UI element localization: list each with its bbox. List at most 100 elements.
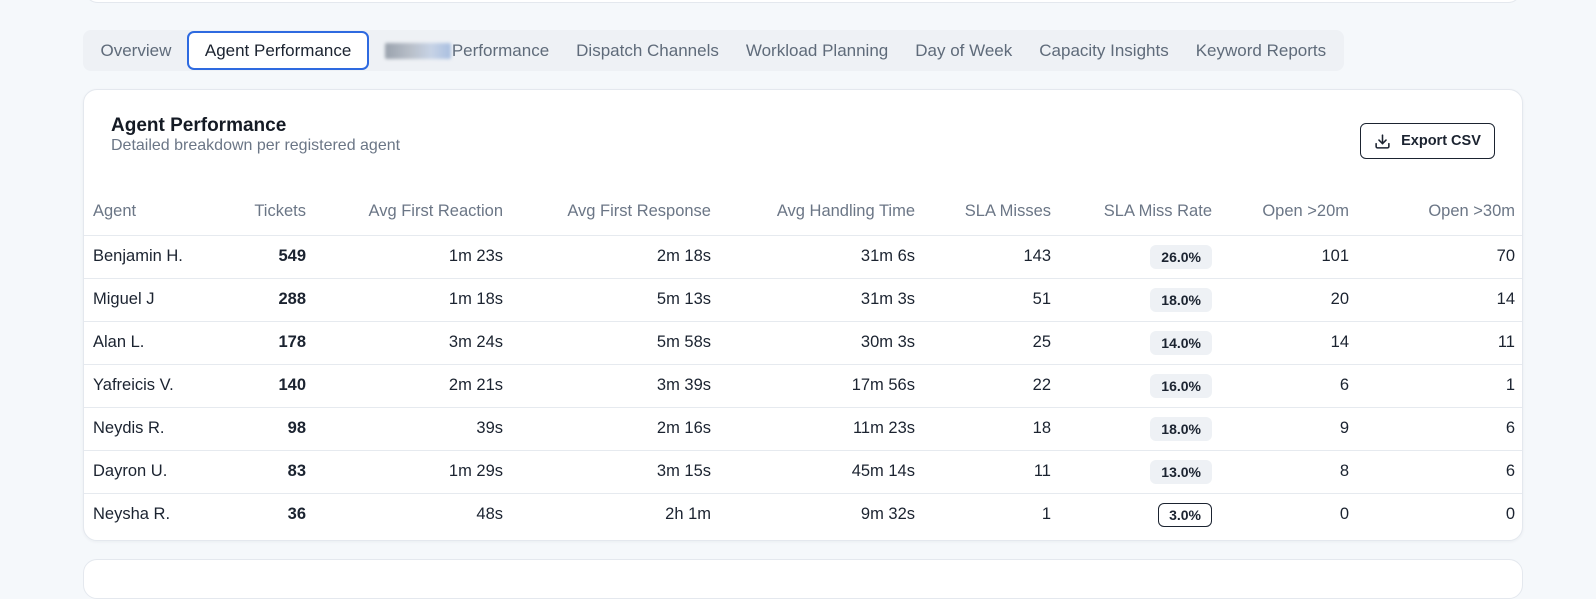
avg-handling-time: 30m 3s (711, 320, 915, 364)
tab-workload-planning[interactable]: Workload Planning (732, 32, 901, 69)
table-row: Dayron U. 83 1m 29s 3m 15s 45m 14s 11 13… (84, 449, 1522, 493)
table-row: Yafreicis V. 140 2m 21s 3m 39s 17m 56s 2… (84, 363, 1522, 407)
sla-misses: 1 (915, 492, 1051, 536)
table-header-row: Agent Tickets Avg First Reaction Avg Fir… (84, 189, 1522, 235)
card-subtitle: Detailed breakdown per registered agent (111, 137, 401, 154)
open-over-30m: 1 (1349, 363, 1522, 407)
sla-misses: 143 (915, 234, 1051, 278)
agent-name: Miguel J (84, 277, 199, 321)
next-card (83, 559, 1523, 599)
avg-first-reaction: 1m 18s (306, 277, 503, 321)
sla-miss-rate-badge: 16.0% (1150, 373, 1212, 398)
column-header-avg-handling-time[interactable]: Avg Handling Time (711, 189, 915, 235)
sla-miss-rate-badge: 26.0% (1150, 244, 1212, 269)
tab-obscured-performance[interactable]: Performance (371, 32, 562, 69)
column-header-open-20m[interactable]: Open >20m (1212, 189, 1349, 235)
sla-miss-rate-badge: 14.0% (1150, 330, 1212, 355)
avg-first-reaction: 48s (306, 492, 503, 536)
tab-overview[interactable]: Overview (87, 32, 185, 69)
avg-first-reaction: 39s (306, 406, 503, 450)
table-row: Neydis R. 98 39s 2m 16s 11m 23s 18 18.0%… (84, 406, 1522, 450)
open-over-30m: 0 (1349, 492, 1522, 536)
table-row: Miguel J 288 1m 18s 5m 13s 31m 3s 51 18.… (84, 277, 1522, 321)
sla-misses: 11 (915, 449, 1051, 493)
tab-day-of-week[interactable]: Day of Week (902, 32, 1026, 69)
open-over-30m: 6 (1349, 406, 1522, 450)
sla-miss-rate-badge: 13.0% (1150, 459, 1212, 484)
avg-handling-time: 17m 56s (711, 363, 915, 407)
sla-miss-rate-cell: 14.0% (1051, 320, 1212, 364)
column-header-tickets[interactable]: Tickets (199, 189, 306, 235)
open-over-20m: 6 (1212, 363, 1349, 407)
avg-first-response: 5m 58s (503, 320, 711, 364)
redacted-label-prefix (384, 42, 451, 59)
tab-dispatch-channels[interactable]: Dispatch Channels (563, 32, 733, 69)
avg-first-response: 5m 13s (503, 277, 711, 321)
sla-miss-rate-badge-highlighted: 3.0% (1158, 502, 1212, 527)
previous-card (84, 0, 1522, 3)
open-over-30m: 14 (1349, 277, 1522, 321)
tab-keyword-reports[interactable]: Keyword Reports (1182, 32, 1339, 69)
agent-name: Neydis R. (84, 406, 199, 450)
tab-agent-performance[interactable]: Agent Performance (186, 31, 370, 70)
export-csv-button[interactable]: Export CSV (1360, 123, 1495, 159)
tickets-count: 549 (199, 234, 306, 278)
avg-handling-time: 9m 32s (711, 492, 915, 536)
avg-handling-time: 31m 6s (711, 234, 915, 278)
table-row: Alan L. 178 3m 24s 5m 58s 30m 3s 25 14.0… (84, 320, 1522, 364)
sla-miss-rate-cell: 18.0% (1051, 277, 1212, 321)
column-header-avg-first-response[interactable]: Avg First Response (503, 189, 711, 235)
avg-first-reaction: 2m 21s (306, 363, 503, 407)
avg-first-response: 3m 15s (503, 449, 711, 493)
tickets-count: 140 (199, 363, 306, 407)
open-over-30m: 11 (1349, 320, 1522, 364)
sla-misses: 18 (915, 406, 1051, 450)
agent-name: Neysha R. (84, 492, 199, 536)
sla-miss-rate-cell: 3.0% (1051, 492, 1212, 536)
tickets-count: 36 (199, 492, 306, 536)
sla-miss-rate-cell: 18.0% (1051, 406, 1212, 450)
column-header-sla-miss-rate[interactable]: SLA Miss Rate (1051, 189, 1212, 235)
agent-performance-card: Agent Performance Detailed breakdown per… (83, 89, 1523, 541)
column-header-avg-first-reaction[interactable]: Avg First Reaction (306, 189, 504, 235)
avg-first-reaction: 1m 29s (306, 449, 503, 493)
open-over-20m: 9 (1212, 406, 1349, 450)
tickets-count: 98 (199, 406, 306, 450)
tab-capacity-insights[interactable]: Capacity Insights (1026, 32, 1182, 69)
sla-misses: 22 (915, 363, 1051, 407)
open-over-30m: 70 (1349, 234, 1522, 278)
export-csv-label: Export CSV (1401, 133, 1481, 149)
sla-miss-rate-cell: 13.0% (1051, 449, 1212, 493)
avg-first-reaction: 3m 24s (306, 320, 503, 364)
report-tabs: Overview Agent Performance Performance D… (83, 30, 1344, 71)
tickets-count: 288 (199, 277, 306, 321)
card-title: Agent Performance (111, 115, 287, 136)
avg-first-response: 2m 18s (503, 234, 711, 278)
agent-name: Yafreicis V. (84, 363, 199, 407)
open-over-20m: 8 (1212, 449, 1349, 493)
agent-performance-table: Agent Tickets Avg First Reaction Avg Fir… (84, 189, 1522, 536)
open-over-20m: 0 (1212, 492, 1349, 536)
column-header-agent[interactable]: Agent (84, 189, 199, 235)
tickets-count: 178 (199, 320, 306, 364)
tab-label: Performance (451, 40, 550, 60)
avg-first-response: 2m 16s (503, 406, 711, 450)
avg-handling-time: 11m 23s (711, 406, 915, 450)
avg-handling-time: 45m 14s (711, 449, 915, 493)
avg-first-reaction: 1m 23s (306, 234, 503, 278)
download-icon (1375, 133, 1390, 149)
column-header-open-30m[interactable]: Open >30m (1349, 189, 1522, 235)
open-over-30m: 6 (1349, 449, 1522, 493)
open-over-20m: 14 (1212, 320, 1349, 364)
sla-misses: 51 (915, 277, 1051, 321)
agent-name: Dayron U. (84, 449, 199, 493)
avg-first-response: 3m 39s (503, 363, 711, 407)
table-row: Neysha R. 36 48s 2h 1m 9m 32s 1 3.0% 0 0 (84, 492, 1522, 536)
agent-name: Benjamin H. (84, 234, 199, 278)
column-header-sla-misses[interactable]: SLA Misses (915, 189, 1051, 235)
agent-name: Alan L. (84, 320, 199, 364)
avg-first-response: 2h 1m (503, 492, 711, 536)
avg-handling-time: 31m 3s (711, 277, 915, 321)
sla-misses: 25 (915, 320, 1051, 364)
sla-miss-rate-cell: 26.0% (1051, 234, 1212, 278)
